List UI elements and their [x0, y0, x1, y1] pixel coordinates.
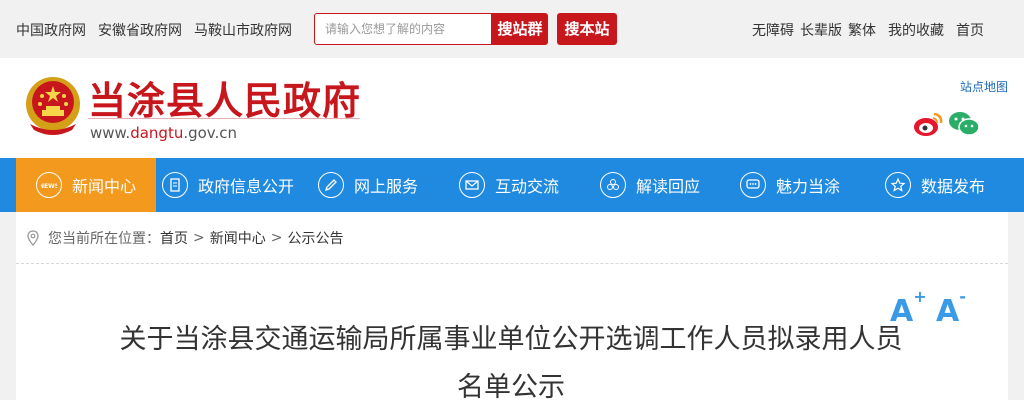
- nav-item-news[interactable]: NEWS 新闻中心: [16, 158, 156, 212]
- news-icon: NEWS: [36, 172, 62, 198]
- font-decrease-button[interactable]: A-: [936, 287, 966, 329]
- nav-item-label: 解读回应: [636, 177, 701, 196]
- nav-item-label: 网上服务: [354, 177, 419, 196]
- flower-icon: [600, 172, 626, 198]
- link-traditional-chinese[interactable]: 繁体: [848, 20, 876, 40]
- nav-item-online-service[interactable]: 网上服务: [318, 158, 418, 212]
- title-divider: [88, 118, 360, 119]
- sitemap-link[interactable]: 站点地图: [960, 78, 1008, 95]
- wechat-icon[interactable]: [948, 110, 980, 138]
- nav-item-charm-dangtu[interactable]: 魅力当涂: [740, 158, 840, 212]
- link-central-gov[interactable]: 中国政府网: [16, 20, 86, 40]
- search-site-group-button[interactable]: 搜站群: [492, 13, 548, 45]
- site-url: www.dangtu.gov.cn: [90, 124, 238, 142]
- link-maanshan-gov[interactable]: 马鞍山市政府网: [194, 20, 292, 40]
- link-accessibility[interactable]: 无障碍: [752, 20, 794, 40]
- chat-icon: [740, 172, 766, 198]
- nav-item-label: 新闻中心: [72, 177, 137, 196]
- link-home[interactable]: 首页: [956, 20, 984, 40]
- breadcrumb-announcements[interactable]: 公示公告: [287, 228, 343, 248]
- nav-item-interpretation[interactable]: 解读回应: [600, 158, 700, 212]
- document-icon: [162, 172, 188, 198]
- nav-item-label: 数据发布: [921, 177, 986, 196]
- article-title: 关于当涂县交通运输局所属事业单位公开选调工作人员拟录用人员名单公示: [119, 324, 903, 400]
- nav-item-gov-info[interactable]: 政府信息公开: [162, 158, 294, 212]
- top-bar: 中国政府网 安徽省政府网 马鞍山市政府网 搜站群 搜本站 无障碍 长辈版 繁体 …: [0, 0, 1024, 58]
- nav-item-label: 政府信息公开: [198, 177, 295, 196]
- mail-icon: [459, 172, 485, 198]
- breadcrumb-prefix: 您当前所在位置：: [48, 230, 160, 247]
- nav-item-label: 互动交流: [495, 177, 560, 196]
- search-input[interactable]: [314, 13, 492, 45]
- site-header: 当涂县人民政府 www.dangtu.gov.cn 站点地图: [0, 58, 1024, 158]
- national-emblem-icon: [26, 77, 80, 135]
- breadcrumb-separator: >: [193, 229, 205, 246]
- link-anhui-gov[interactable]: 安徽省政府网: [98, 20, 182, 40]
- link-elder-version[interactable]: 长辈版: [800, 20, 842, 40]
- pen-icon: [318, 172, 344, 198]
- site-title[interactable]: 当涂县人民政府: [88, 70, 361, 125]
- link-favorites[interactable]: 我的收藏: [888, 20, 944, 40]
- main-nav: NEWS 新闻中心 政府信息公开 网上服务 互动交流 解读回应 魅力当涂 数据发…: [0, 158, 1024, 212]
- breadcrumb-separator: >: [270, 229, 283, 246]
- star-icon: [885, 172, 911, 198]
- location-pin-icon: [27, 229, 39, 246]
- nav-item-data-release[interactable]: 数据发布: [885, 158, 985, 212]
- content-panel: 您当前所在位置： 首页 > 新闻中心 > 公示公告 A+ A- 关于当涂县交通运…: [16, 212, 1008, 400]
- nav-item-interaction[interactable]: 互动交流: [459, 158, 559, 212]
- nav-item-label: 魅力当涂: [776, 177, 841, 196]
- weibo-icon[interactable]: [912, 110, 944, 138]
- search-this-site-button[interactable]: 搜本站: [557, 13, 617, 45]
- svg-text:NEWS: NEWS: [41, 183, 57, 190]
- top-links: 中国政府网 安徽省政府网 马鞍山市政府网: [16, 20, 292, 40]
- breadcrumb-home[interactable]: 首页: [160, 228, 188, 248]
- breadcrumb-news-center[interactable]: 新闻中心: [210, 228, 266, 248]
- breadcrumb: 您当前所在位置： 首页 > 新闻中心 > 公示公告: [16, 212, 1008, 264]
- top-right-links: 无障碍 长辈版 繁体 我的收藏 首页: [752, 20, 984, 40]
